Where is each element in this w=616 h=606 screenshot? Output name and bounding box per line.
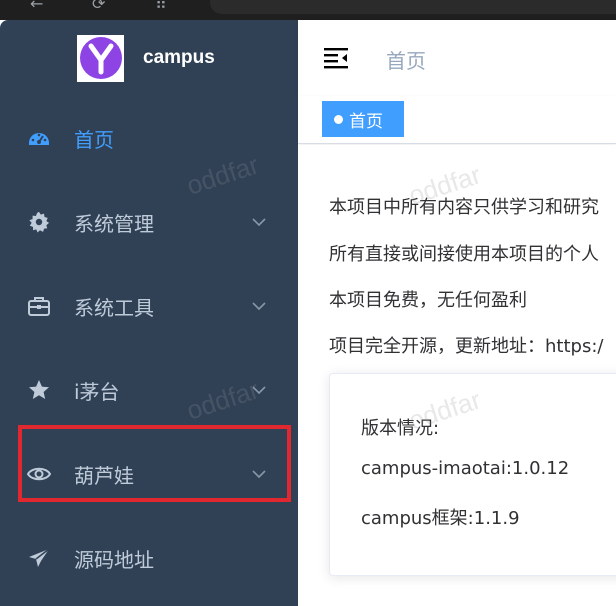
gear-icon	[27, 210, 51, 234]
menu-dots-icon[interactable]: ⠿	[155, 0, 167, 13]
back-arrow-icon[interactable]: ←	[30, 0, 43, 13]
sidebar-item-home[interactable]: 首页	[0, 110, 298, 166]
app-name: campus	[143, 47, 215, 68]
intro-paragraph: 本项目中所有内容只供学习和研究	[329, 197, 599, 218]
hamburger-icon[interactable]	[324, 47, 348, 69]
chevron-down-icon	[252, 218, 266, 227]
sidebar-item-label: 系统管理	[74, 211, 154, 236]
version-card: 版本情况: campus-imaotai:1.0.12 campus框架:1.1…	[329, 373, 616, 576]
sidebar-item-source-code[interactable]: 源码地址	[0, 530, 298, 586]
version-card-title: 版本情况:	[361, 418, 440, 439]
eye-icon	[27, 462, 51, 486]
version-line: campus-imaotai:1.0.12	[361, 458, 570, 479]
sidebar: campus 首页 系统管理 系统工具 i茅台 葫芦娃 源码地址	[0, 20, 298, 606]
paper-plane-icon	[27, 546, 51, 570]
sidebar-item-label: 首页	[74, 127, 114, 152]
active-dot-icon	[334, 114, 343, 124]
sidebar-item-label: 源码地址	[74, 547, 154, 572]
sidebar-item-label: 葫芦娃	[74, 463, 134, 488]
reload-icon[interactable]: ⟳	[92, 0, 105, 13]
chevron-down-icon	[252, 302, 266, 311]
logo	[77, 34, 124, 82]
intro-paragraph: 所有直接或间接使用本项目的个人	[329, 244, 599, 265]
toolbox-icon	[27, 294, 51, 318]
tags-view: 首页	[298, 96, 616, 144]
sidebar-item-label: i茅台	[74, 379, 120, 404]
sidebar-item-system-tools[interactable]: 系统工具	[0, 278, 298, 334]
star-icon	[27, 378, 51, 402]
tag-label: 首页	[349, 111, 383, 132]
address-bar[interactable]	[210, 0, 616, 14]
browser-chrome: ← ⟳ ⠿	[0, 0, 616, 20]
brand[interactable]: campus	[77, 34, 215, 82]
chevron-down-icon	[252, 470, 266, 479]
version-line: campus框架:1.1.9	[361, 508, 520, 529]
tag-home[interactable]: 首页	[322, 101, 404, 137]
sidebar-item-label: 系统工具	[74, 295, 154, 320]
intro-paragraph: 本项目免费，无任何盈利	[329, 290, 527, 311]
sidebar-item-imaotai[interactable]: i茅台	[0, 362, 298, 418]
intro-paragraph: 项目完全开源，更新地址：https:/	[329, 336, 604, 357]
breadcrumb: 首页	[386, 49, 426, 73]
chevron-down-icon	[252, 386, 266, 395]
dashboard-icon	[27, 126, 51, 150]
navbar: 首页	[298, 20, 616, 96]
logo-y-icon	[88, 43, 113, 75]
main-content: 本项目中所有内容只供学习和研究 所有直接或间接使用本项目的个人 本项目免费，无任…	[298, 145, 616, 606]
sidebar-item-huluwa[interactable]: 葫芦娃	[0, 446, 298, 502]
sidebar-item-system-management[interactable]: 系统管理	[0, 194, 298, 250]
